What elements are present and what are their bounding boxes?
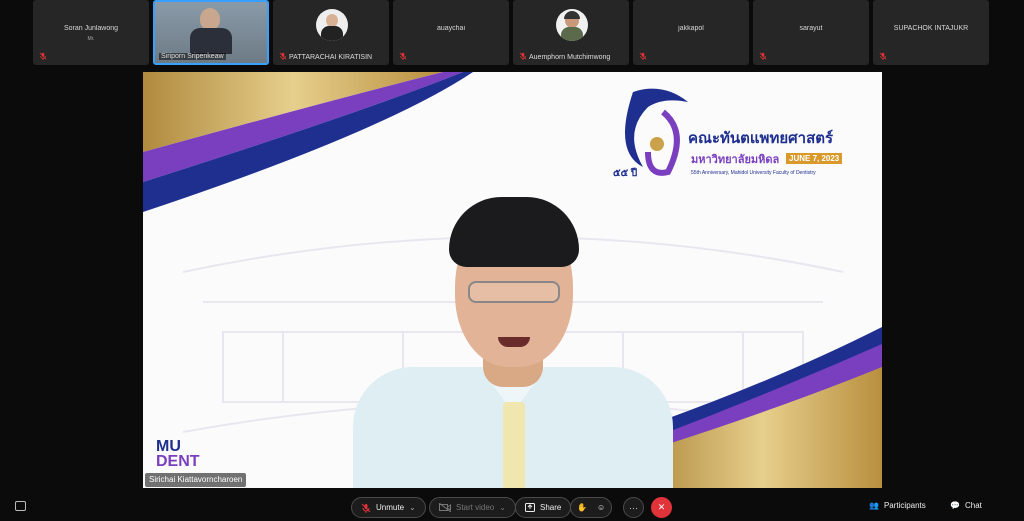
participant-name: SUPACHOK INTAJUKR: [893, 25, 969, 32]
speaker-name-label: Sirichai Kiattavorncharoen: [145, 473, 247, 487]
participant-name: Soran Junlawong: [63, 25, 119, 32]
leave-meeting-button[interactable]: ✕: [651, 497, 672, 518]
speaker-hair: [449, 197, 579, 267]
participant-tile-active[interactable]: Siriporn Sripenkeaw: [153, 0, 269, 65]
muted-mic-icon: [519, 52, 527, 60]
participants-button[interactable]: 👥 Participants: [869, 501, 926, 510]
more-options-button[interactable]: ···: [623, 497, 644, 518]
close-icon: ✕: [657, 502, 666, 512]
raise-hand-icon[interactable]: ✋: [577, 503, 587, 512]
person-head: [200, 8, 220, 30]
participant-subtitle: Mr.: [87, 36, 95, 42]
reactions-group[interactable]: ✋ ☺: [570, 497, 613, 518]
participant-tile[interactable]: sarayut: [753, 0, 869, 65]
participant-tile[interactable]: auaychai: [393, 0, 509, 65]
meeting-toolbar: Unmute ⌄ Start video ⌄ Share ✋ ☺ ··· ✕ 👥…: [0, 494, 1024, 521]
participant-name: auaychai: [436, 25, 466, 32]
participant-tile[interactable]: SUPACHOK INTAJUKR: [873, 0, 989, 65]
muted-mic-icon: [399, 52, 407, 60]
date-badge: JUNE 7, 2023: [786, 153, 843, 164]
muted-mic-icon: [639, 52, 647, 60]
main-video-stage[interactable]: ๕๕ ปี คณะทันตแพทยศาสตร์ มหาวิทยาลัยมหิดล…: [143, 72, 882, 488]
logo-number-thai: ๕๕ ปี: [613, 168, 638, 179]
participant-name: jakkapol: [678, 25, 704, 32]
more-label: ···: [629, 502, 638, 513]
muted-mic-icon: [361, 503, 371, 513]
participants-icon: 👥: [869, 501, 879, 510]
participant-name: Siriporn Sripenkeaw: [159, 53, 226, 60]
anniversary-logo-mark: [625, 88, 688, 176]
share-label: Share: [540, 503, 562, 512]
share-icon: [525, 503, 535, 512]
logo-title: คณะทันตแพทยศาสตร์: [688, 130, 834, 147]
participant-strip: Soran Junlawong Mr. Siriporn Sripenkeaw …: [0, 0, 1024, 68]
emoji-icon[interactable]: ☺: [597, 503, 605, 512]
participants-label: Participants: [883, 501, 926, 510]
chevron-down-icon[interactable]: ⌄: [409, 503, 416, 512]
start-video-label: Start video: [456, 503, 495, 512]
speaker-glasses: [468, 281, 560, 303]
muted-mic-icon: [759, 52, 767, 60]
muted-mic-icon: [39, 52, 47, 60]
participant-name: PATTARACHAI KIRATISIN: [289, 54, 373, 61]
participant-tile[interactable]: Soran Junlawong Mr.: [33, 0, 149, 65]
chat-button[interactable]: 💬 Chat: [950, 501, 982, 510]
speaker-tie: [503, 402, 525, 488]
start-video-button[interactable]: Start video ⌄: [429, 497, 516, 518]
captions-icon[interactable]: [15, 501, 26, 511]
unmute-button[interactable]: Unmute ⌄: [351, 497, 426, 518]
mudent-logo-bottom: DENT: [156, 453, 200, 470]
speaker-mouth: [498, 337, 530, 347]
chevron-down-icon[interactable]: ⌄: [499, 503, 506, 512]
muted-mic-icon: [279, 52, 287, 60]
person-body: [190, 28, 232, 54]
chat-icon: 💬: [950, 501, 960, 510]
participant-name: Auemphorn Mutchimwong: [529, 54, 611, 61]
muted-mic-icon: [879, 52, 887, 60]
speaker-video: [343, 197, 683, 488]
chat-label: Chat: [964, 501, 982, 510]
participant-name: sarayut: [799, 25, 823, 32]
anniversary-text: 55th Anniversary, Mahidol University Fac…: [691, 170, 816, 176]
logo-subtitle: มหาวิทยาลัยมหิดล: [691, 154, 780, 166]
unmute-label: Unmute: [376, 503, 405, 512]
mudent-logo: MU DENT: [156, 438, 200, 470]
participant-tile[interactable]: PATTARACHAI KIRATISIN: [273, 0, 389, 65]
participant-tile[interactable]: Auemphorn Mutchimwong: [513, 0, 629, 65]
avatar: [556, 9, 588, 41]
participant-tile[interactable]: jakkapol: [633, 0, 749, 65]
mudent-logo-top: MU: [156, 438, 181, 455]
share-button[interactable]: Share: [515, 497, 572, 518]
video-off-icon: [439, 503, 451, 512]
avatar: [316, 9, 348, 41]
